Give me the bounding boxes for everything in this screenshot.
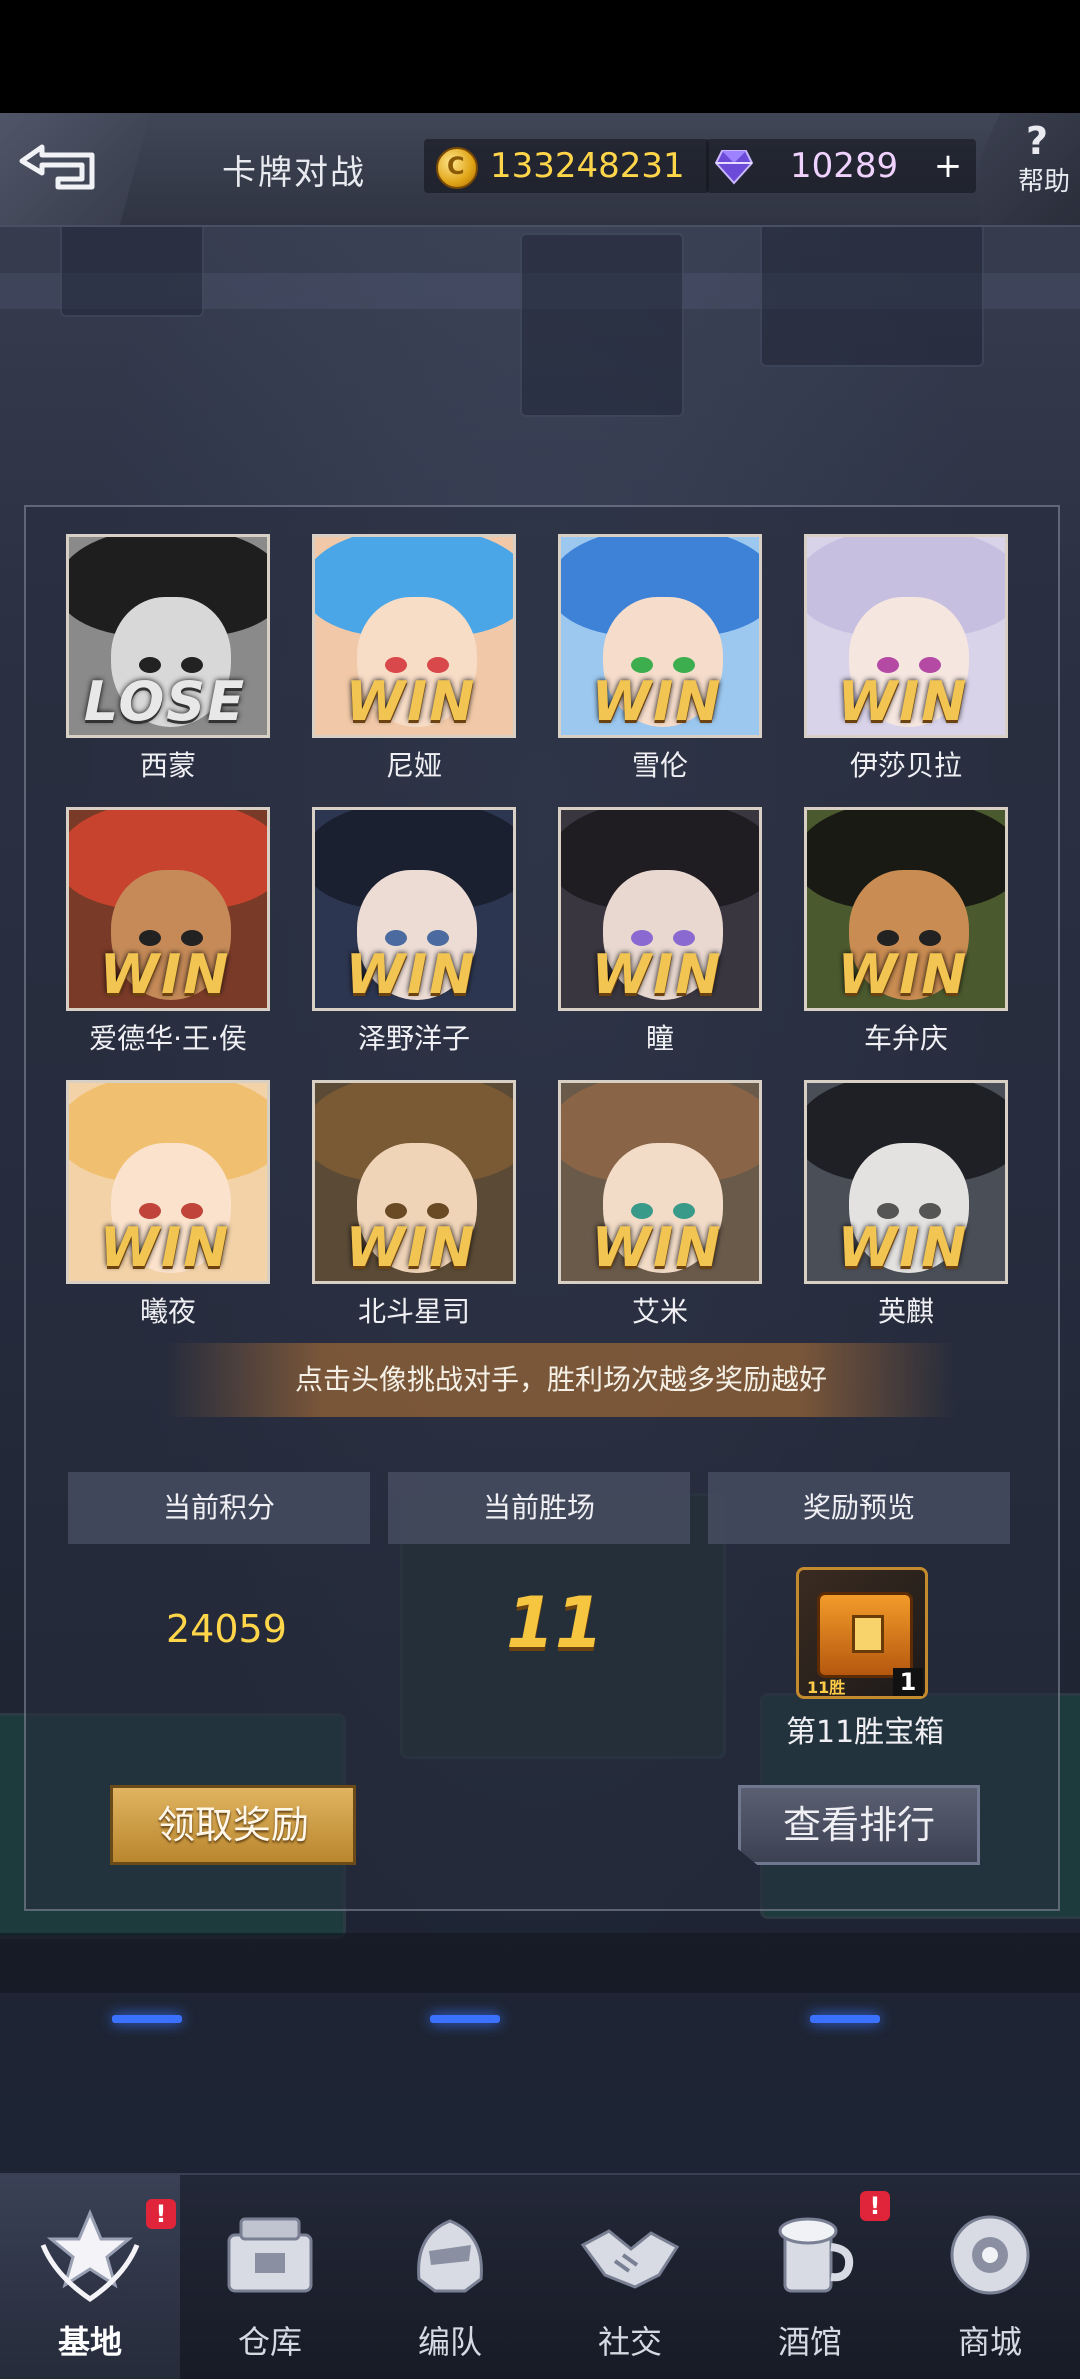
nav-label: 仓库 (237, 2323, 302, 2361)
help-button[interactable]: ? 帮助 (980, 113, 1080, 225)
result-badge: WIN (837, 670, 969, 733)
back-button[interactable] (0, 113, 150, 225)
opponent-name: 英麒 (877, 1295, 934, 1328)
result-badge: WIN (591, 670, 723, 733)
result-badge: WIN (345, 1216, 477, 1279)
opponent-name: 泽野洋子 (357, 1022, 470, 1055)
chest-icon (817, 1592, 913, 1678)
result-badge: WIN (591, 1216, 723, 1279)
opponent-card[interactable]: WIN 车弁庆 (804, 807, 1008, 1055)
nav-label: 基地 (57, 2323, 122, 2361)
nav-social[interactable]: 社交 (540, 2175, 720, 2379)
reward-chest[interactable]: 11胜 1 (796, 1567, 928, 1699)
coin-value: 133248231 (490, 146, 685, 186)
reward-preview-header: 奖励预览 (708, 1472, 1010, 1544)
result-badge: WIN (99, 943, 231, 1006)
result-badge: WIN (837, 943, 969, 1006)
nav-label: 社交 (597, 2323, 662, 2361)
opponent-name: 车弁庆 (863, 1022, 948, 1055)
tavern-icon (778, 2217, 854, 2293)
opponent-card[interactable]: WIN 尼娅 (312, 534, 516, 782)
help-label: 帮助 (1018, 167, 1071, 197)
warehouse-icon (227, 2217, 313, 2293)
score-value: 24059 (166, 1607, 287, 1651)
opponent-card[interactable]: LOSE 西蒙 (66, 534, 270, 782)
nav-label: 酒馆 (777, 2323, 842, 2361)
score-header: 当前积分 (68, 1472, 370, 1544)
result-badge: WIN (591, 943, 723, 1006)
opponent-card[interactable]: WIN 爱德华·王·侯 (66, 807, 270, 1055)
add-gems-button[interactable]: + (928, 149, 968, 185)
nav-label: 商城 (957, 2323, 1022, 2361)
result-badge: WIN (99, 1216, 231, 1279)
gem-icon (714, 150, 754, 185)
formation-icon (417, 2219, 483, 2293)
view-ranking-label: 查看排行 (782, 1803, 935, 1847)
gem-counter: 10289 + (706, 139, 976, 193)
coin-icon: C (436, 147, 478, 189)
view-ranking-button[interactable]: 查看排行 (738, 1785, 980, 1865)
opponent-name: 伊莎贝拉 (849, 749, 962, 782)
page-title: 卡牌对战 (222, 153, 366, 193)
nav-warehouse[interactable]: 仓库 (180, 2175, 360, 2379)
opponent-name: 雪伦 (631, 749, 688, 782)
shop-icon (950, 2215, 1030, 2295)
result-badge: WIN (837, 1216, 969, 1279)
nav-label: 编队 (417, 2323, 482, 2361)
back-arrow-icon (19, 144, 95, 190)
chest-label: 第11胜宝箱 (786, 1715, 945, 1750)
claim-reward-button[interactable]: 领取奖励 (110, 1785, 356, 1865)
opponent-name: 艾米 (631, 1295, 688, 1328)
coin-counter: C 133248231 (424, 139, 709, 193)
opponent-card[interactable]: WIN 英麒 (804, 1080, 1008, 1328)
hint-text: 点击头像挑战对手，胜利场次越多奖励越好 (294, 1363, 827, 1396)
help-icon: ? (1026, 119, 1049, 163)
status-bar (0, 0, 1080, 113)
opponent-name: 瞳 (645, 1022, 674, 1055)
opponent-name: 尼娅 (385, 749, 442, 782)
opponent-name: 爱德华·王·侯 (89, 1022, 247, 1055)
chest-tag: 11胜 (807, 1678, 846, 1697)
result-badge: WIN (345, 670, 477, 733)
opponent-name: 北斗星司 (357, 1295, 470, 1328)
nav-formation[interactable]: 编队 (360, 2175, 540, 2379)
bottom-nav: ! 基地 仓库 编队 社交 ! 酒馆 商城 (0, 2173, 1080, 2379)
opponent-card[interactable]: WIN 北斗星司 (312, 1080, 516, 1328)
wins-value: 11 (506, 1582, 604, 1664)
opponent-card[interactable]: WIN 曦夜 (66, 1080, 270, 1328)
notification-badge: ! (146, 2199, 176, 2229)
opponent-card[interactable]: WIN 泽野洋子 (312, 807, 516, 1055)
opponent-name: 曦夜 (139, 1295, 196, 1328)
hint-banner: 点击头像挑战对手，胜利场次越多奖励越好 (166, 1343, 956, 1417)
nav-shop[interactable]: 商城 (900, 2175, 1080, 2379)
opponent-card[interactable]: WIN 瞳 (558, 807, 762, 1055)
chest-quantity: 1 (893, 1668, 923, 1696)
nav-base[interactable]: ! 基地 (0, 2175, 180, 2379)
top-bar: 卡牌对战 C 133248231 10289 + ? 帮助 (0, 113, 1080, 227)
opponent-card[interactable]: WIN 伊莎贝拉 (804, 534, 1008, 782)
social-icon (580, 2229, 680, 2289)
opponent-name: 西蒙 (139, 749, 196, 782)
opponent-card[interactable]: WIN 艾米 (558, 1080, 762, 1328)
base-icon (40, 2209, 140, 2303)
nav-tavern[interactable]: ! 酒馆 (720, 2175, 900, 2379)
notification-badge: ! (860, 2191, 890, 2221)
claim-reward-label: 领取奖励 (156, 1803, 309, 1847)
card-battle-panel: LOSE 西蒙 WIN 尼娅 WIN 雪伦 WIN 伊莎贝拉 WIN 爱德华·王… (24, 505, 1060, 1911)
wins-header: 当前胜场 (388, 1472, 690, 1544)
result-badge: LOSE (83, 670, 247, 733)
gem-value: 10289 (790, 146, 899, 186)
opponent-card[interactable]: WIN 雪伦 (558, 534, 762, 782)
result-badge: WIN (345, 943, 477, 1006)
